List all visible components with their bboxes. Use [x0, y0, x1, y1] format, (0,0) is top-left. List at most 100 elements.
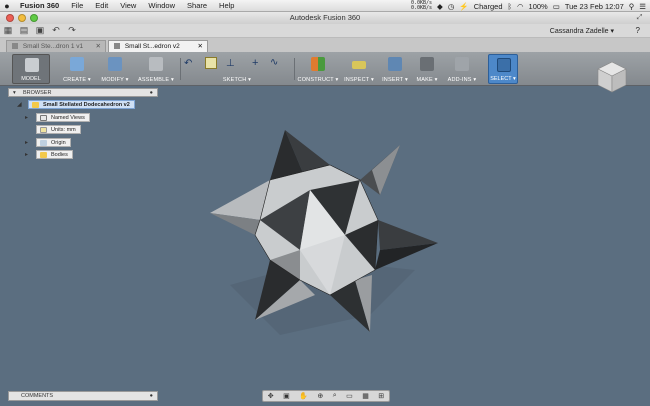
root-label: Small Stellated Dodecahedron v2 [43, 102, 130, 108]
assemble-label: ASSEMBLE ▾ [138, 77, 174, 83]
bluetooth-icon[interactable]: ᛒ [508, 2, 513, 11]
clock[interactable]: Tue 23 Feb 12:07 [565, 2, 624, 11]
menu-share[interactable]: Share [181, 1, 213, 10]
grid-settings-icon[interactable]: ▦ [362, 392, 369, 400]
expand-origin-icon[interactable]: ▸ [25, 139, 28, 146]
menu-help[interactable]: Help [213, 1, 240, 10]
inspect-group[interactable]: INSPECT ▾ [342, 54, 376, 84]
pin-icon[interactable]: ● [150, 89, 153, 97]
construct-label: CONSTRUCT ▾ [297, 77, 339, 83]
insert-group[interactable]: INSERT ▾ [380, 54, 410, 84]
menu-view[interactable]: View [114, 1, 142, 10]
battery-charging-icon[interactable]: ⚡ [459, 2, 468, 11]
battery-icon[interactable]: ▭ [553, 2, 560, 11]
tab-document-1[interactable]: Small Ste...dron 1 v1 ✕ [6, 40, 106, 52]
model-workspace-icon [25, 58, 39, 72]
look-at-icon[interactable]: ▣ [283, 392, 290, 400]
timemachine-icon[interactable]: ◷ [448, 2, 455, 11]
grid-menu-icon[interactable]: ▦ [0, 25, 16, 36]
addins-group[interactable]: ADD-INS ▾ [444, 54, 480, 84]
browser-title: BROWSER [23, 90, 52, 96]
close-window-button[interactable] [6, 14, 14, 22]
expand-root-icon[interactable]: ◢ [17, 101, 22, 108]
window-titlebar: Autodesk Fusion 360 ⤢ [0, 12, 650, 24]
spline-tool-icon[interactable]: ∿ [270, 57, 278, 68]
create-group[interactable]: CREATE ▾ [62, 54, 92, 84]
browser-root-node[interactable]: Small Stellated Dodecahedron v2 [28, 100, 135, 109]
sketch-create-icon[interactable] [205, 57, 217, 69]
mac-menubar: ● Fusion 360 File Edit View Window Share… [0, 0, 650, 12]
browser-item-named-views[interactable]: Named Views [36, 113, 90, 122]
expand-named-views-icon[interactable]: ▸ [25, 114, 28, 121]
point-tool-icon[interactable]: + [252, 57, 258, 69]
search-icon[interactable]: ⚲ [629, 2, 635, 11]
document-icon [12, 43, 18, 50]
save-icon[interactable]: ▣ [32, 25, 48, 36]
minimize-window-button[interactable] [18, 14, 26, 22]
document-icon [114, 43, 120, 50]
browser-item-origin[interactable]: Origin [36, 138, 71, 147]
undo-icon[interactable]: ↶ [48, 25, 64, 36]
display-settings-icon[interactable]: ▭ [346, 392, 353, 400]
fit-icon[interactable]: ⌕ [333, 392, 337, 400]
select-label: SELECT ▾ [490, 76, 516, 82]
network-monitor: 0.0KB/s 0.0KB/s [411, 1, 432, 11]
modify-group[interactable]: MODIFY ▾ [100, 54, 130, 84]
document-tabs: Small Ste...dron 1 v1 ✕ Small St...edron… [0, 38, 650, 52]
workspace-switcher[interactable]: MODEL [12, 54, 50, 84]
select-group[interactable]: SELECT ▾ [488, 54, 518, 84]
visibility-bulb-icon[interactable] [40, 152, 47, 158]
stop-sketch-icon[interactable]: ⊥ [226, 58, 235, 69]
select-cursor-icon [497, 58, 511, 72]
browser-panel-header[interactable]: ▾ BROWSER ● [8, 88, 158, 97]
item-label: Named Views [51, 115, 85, 121]
zoom-icon[interactable]: ⊕ [317, 392, 323, 400]
construct-group[interactable]: CONSTRUCT ▾ [296, 54, 340, 84]
comments-panel-header[interactable]: COMMENTS ● [8, 391, 158, 401]
visibility-bulb-icon[interactable] [40, 140, 47, 146]
redo-icon[interactable]: ↷ [64, 25, 80, 36]
units-doc-icon [40, 127, 47, 133]
wifi-icon[interactable]: ◠ [517, 2, 524, 11]
viewcube[interactable] [595, 60, 629, 94]
menu-window[interactable]: Window [142, 1, 181, 10]
menu-file[interactable]: File [65, 1, 89, 10]
comments-title: COMMENTS [21, 393, 54, 399]
pan-icon[interactable]: ✋ [299, 392, 308, 400]
battery-percent[interactable]: 100% [529, 2, 548, 11]
line-tool-icon[interactable]: ↶ [184, 58, 192, 69]
browser-item-units[interactable]: Units: mm [36, 125, 81, 134]
box-icon [70, 57, 84, 71]
add-comment-icon[interactable]: ● [150, 392, 153, 401]
browser-item-bodies[interactable]: Bodies [36, 150, 73, 159]
toolbar-ribbon: MODEL CREATE ▾ MODIFY ▾ ASSEMBLE ▾ ↶ ⊥ +… [0, 52, 650, 86]
menu-edit[interactable]: Edit [89, 1, 114, 10]
bulb-icon[interactable] [32, 102, 39, 108]
tab-document-2[interactable]: Small St...edron v2 ✕ [108, 40, 208, 52]
workspace-label: MODEL [21, 76, 41, 82]
zoom-window-button[interactable] [30, 14, 38, 22]
notification-center-icon[interactable]: ☰ [639, 2, 646, 11]
3d-print-icon [420, 57, 434, 71]
tab-label: Small Ste...dron 1 v1 [22, 43, 84, 50]
create-label: CREATE ▾ [63, 77, 91, 83]
user-account-menu[interactable]: Cassandra Zadelle ▾ [550, 27, 614, 35]
tab-label: Small St...edron v2 [124, 43, 180, 50]
sketch-group[interactable]: ↶ ⊥ + ∿ SKETCH ▾ [182, 54, 292, 84]
file-menu-icon[interactable]: ▤ [16, 25, 32, 36]
stellated-dodecahedron-model[interactable] [200, 110, 450, 340]
collapse-triangle-icon[interactable]: ▾ [13, 89, 16, 97]
orbit-icon[interactable]: ✥ [268, 392, 274, 400]
viewports-icon[interactable]: ⊞ [378, 392, 384, 400]
measure-icon [352, 61, 366, 69]
help-icon[interactable]: ? [636, 26, 640, 35]
expand-bodies-icon[interactable]: ▸ [25, 151, 28, 158]
battery-status[interactable]: Charged [474, 2, 503, 11]
dropbox-icon[interactable]: ◆ [437, 2, 443, 11]
window-title: Autodesk Fusion 360 [289, 13, 361, 22]
apple-menu-icon[interactable]: ● [0, 1, 14, 11]
make-group[interactable]: MAKE ▾ [414, 54, 440, 84]
assemble-group[interactable]: ASSEMBLE ▾ [138, 54, 174, 84]
fullscreen-icon[interactable]: ⤢ [635, 14, 644, 22]
menu-app-fusion[interactable]: Fusion 360 [14, 1, 65, 10]
